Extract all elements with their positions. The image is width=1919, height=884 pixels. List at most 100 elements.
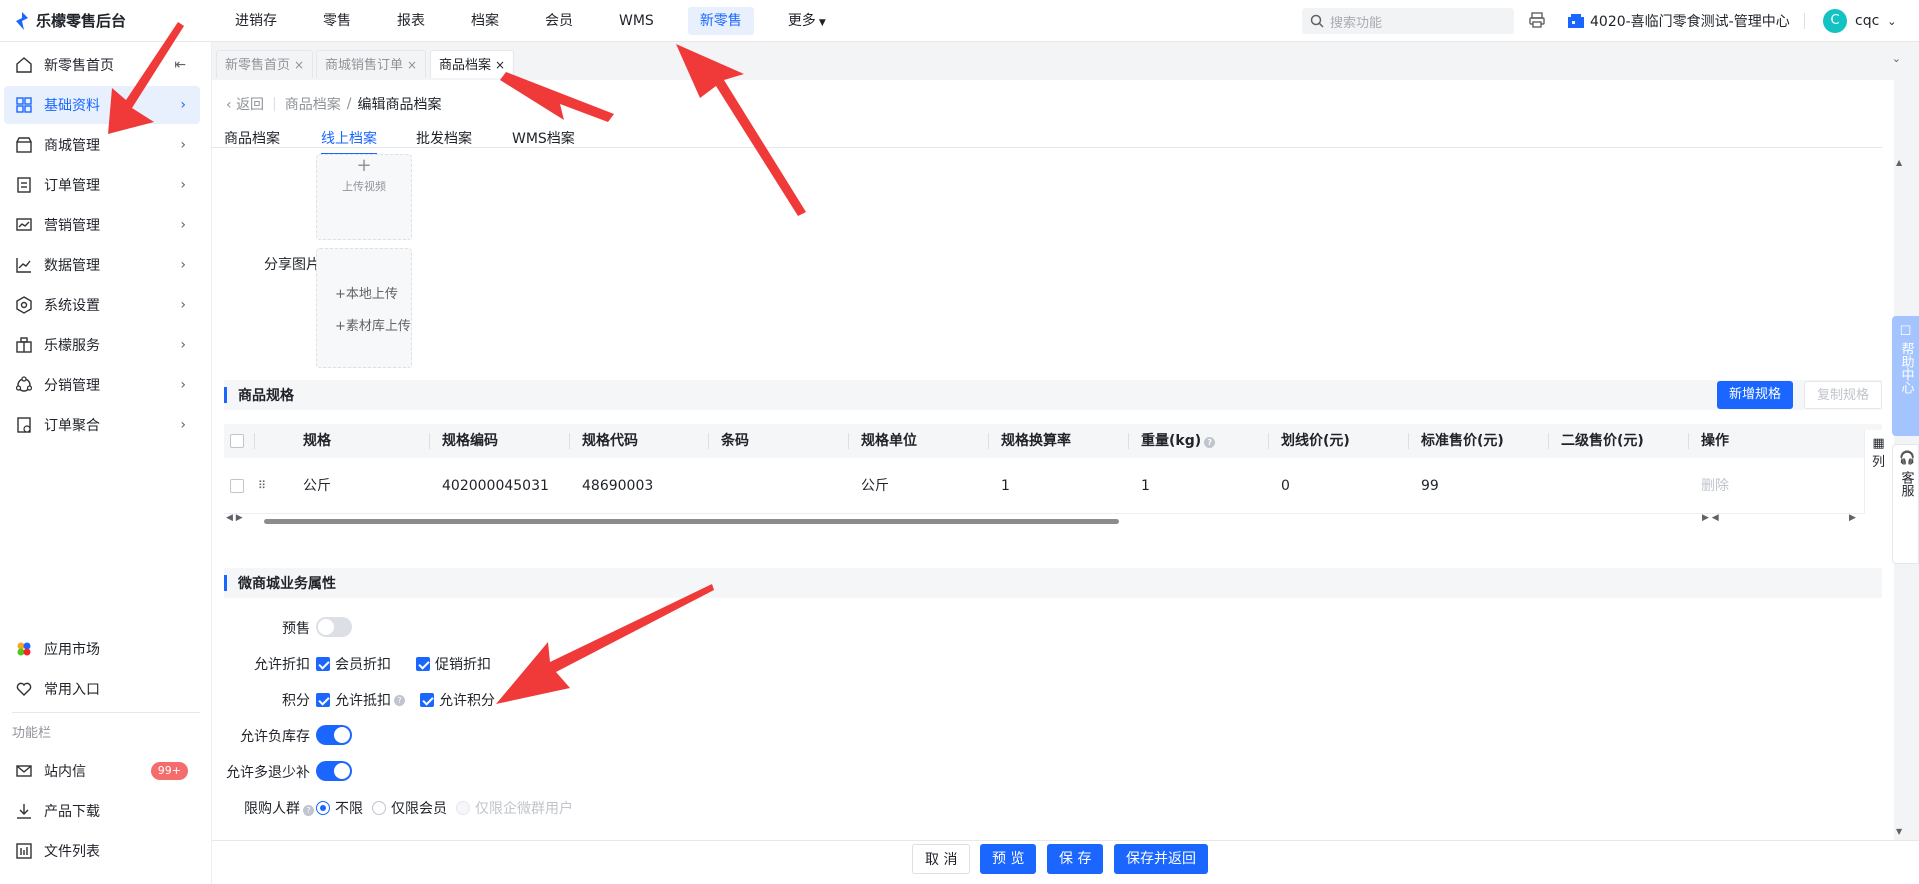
- service-label: 客服: [1898, 471, 1914, 497]
- sidebar-item-services[interactable]: 乐檬服务 ›: [4, 326, 200, 364]
- limit-radio-any[interactable]: 不限: [316, 798, 363, 818]
- printer-icon[interactable]: [1528, 11, 1546, 29]
- local-upload-button[interactable]: +本地上传: [335, 283, 398, 302]
- upload-video-box[interactable]: + 上传视频: [316, 154, 412, 240]
- tab-mall-orders[interactable]: 商城销售订单 ×: [316, 50, 427, 78]
- topnav-more[interactable]: 更多 ▼: [776, 7, 838, 35]
- drag-handle-icon[interactable]: ⠿: [258, 458, 266, 514]
- tab-new-retail-home[interactable]: 新零售首页 ×: [216, 50, 314, 78]
- scroll-right-icon[interactable]: ▶ ◀: [1702, 513, 1719, 523]
- breadcrumb: ‹ 返回 | 商品档案 / 编辑商品档案: [226, 94, 442, 114]
- topnav-report[interactable]: 报表: [385, 7, 437, 35]
- app-logo[interactable]: 乐檬零售后台: [0, 10, 212, 31]
- topnav-new-retail[interactable]: 新零售: [687, 6, 754, 35]
- scroll-left-icon[interactable]: ◀ ▶: [226, 513, 243, 523]
- chevron-right-icon: ›: [180, 97, 186, 113]
- sidebar-item-distribution[interactable]: 分销管理 ›: [4, 366, 200, 404]
- member-discount-checkbox[interactable]: 会员折扣: [316, 654, 391, 674]
- close-icon[interactable]: ×: [495, 58, 505, 72]
- limit-radio-member[interactable]: 仅限会员: [372, 798, 447, 818]
- sidebar-item-data[interactable]: 数据管理 ›: [4, 246, 200, 284]
- negative-stock-toggle[interactable]: [316, 725, 352, 745]
- topnav-jxc[interactable]: 进销存: [223, 7, 289, 35]
- scroll-up-icon[interactable]: ▲: [1896, 158, 1902, 167]
- close-icon[interactable]: ×: [294, 58, 304, 72]
- cell-spec: 公斤: [303, 478, 331, 494]
- sidebar-item-order-aggregate[interactable]: 订单聚合 ›: [4, 406, 200, 444]
- cancel-button[interactable]: 取 消: [912, 844, 971, 874]
- plus-icon: +: [356, 155, 372, 176]
- back-link[interactable]: ‹ 返回: [226, 94, 264, 114]
- chart-icon: [14, 255, 34, 275]
- sidebar-item-marketing[interactable]: 营销管理 ›: [4, 206, 200, 244]
- sidebar-item-files[interactable]: 文件列表: [4, 832, 200, 870]
- sidebar-item-messages[interactable]: 站内信 99+: [4, 752, 200, 790]
- search-input[interactable]: 搜索功能: [1302, 8, 1514, 34]
- copy-spec-button[interactable]: 复制规格: [1804, 381, 1883, 409]
- save-button[interactable]: 保 存: [1047, 844, 1104, 874]
- sidebar-item-label: 乐檬服务: [44, 338, 100, 354]
- topnav-retail[interactable]: 零售: [311, 7, 363, 35]
- presale-toggle[interactable]: [316, 617, 352, 637]
- help-icon[interactable]: ?: [394, 694, 405, 706]
- points-label: 积分: [282, 693, 310, 709]
- sidebar-item-home[interactable]: 新零售首页 ⇤: [4, 46, 200, 84]
- column-settings-button[interactable]: ▦ 列: [1864, 430, 1892, 514]
- library-upload-button[interactable]: +素材库上传: [335, 315, 411, 334]
- scroll-thumb[interactable]: [264, 519, 1119, 524]
- user-menu[interactable]: C cqc ⌄: [1823, 0, 1897, 42]
- radio: [456, 801, 470, 815]
- refund-toggle[interactable]: [316, 761, 352, 781]
- table-scrollbar[interactable]: ◀ ▶ ▶ ◀ ▶: [224, 513, 1882, 526]
- sidebar-item-label: 数据管理: [44, 258, 100, 274]
- customer-service-button[interactable]: 🎧 客服: [1892, 444, 1919, 564]
- tab-product-archive[interactable]: 商品档案 ×: [430, 50, 515, 78]
- help-icon[interactable]: ?: [1204, 437, 1216, 448]
- preview-button[interactable]: 预 览: [980, 844, 1037, 874]
- scroll-down-icon[interactable]: ▼: [1896, 827, 1902, 836]
- back-label: 返回: [236, 97, 265, 113]
- subtab-product[interactable]: 商品档案: [224, 128, 280, 148]
- help-center-button[interactable]: ☐ 帮助中心: [1892, 316, 1919, 436]
- sidebar-item-mall[interactable]: 商城管理 ›: [4, 126, 200, 164]
- sidebar-item-label: 常用入口: [44, 682, 100, 698]
- help-icon[interactable]: ?: [303, 805, 314, 816]
- sidebar-item-basic[interactable]: 基础资料 ›: [4, 86, 200, 124]
- refund-label: 允许多退少补: [226, 765, 310, 781]
- file-list-icon: [14, 841, 34, 861]
- topnav-archive[interactable]: 档案: [459, 7, 511, 35]
- chevron-down-icon: ⌄: [1887, 14, 1897, 28]
- chevron-right-icon: ›: [180, 137, 186, 153]
- section-title: 商品规格: [238, 388, 294, 404]
- section-business-header: 微商城业务属性: [224, 568, 1882, 598]
- store-switcher[interactable]: 4020-喜临门零食测试-管理中心: [1568, 0, 1790, 42]
- allow-deduct-checkbox[interactable]: 允许抵扣?: [316, 690, 405, 710]
- subtab-wholesale[interactable]: 批发档案: [416, 128, 472, 148]
- sidebar-item-app-market[interactable]: 应用市场: [4, 630, 200, 668]
- subtab-wms[interactable]: WMS档案: [512, 128, 575, 148]
- sidebar-item-favorites[interactable]: 常用入口: [4, 670, 200, 708]
- allow-points-checkbox[interactable]: 允许积分: [420, 690, 495, 710]
- close-icon[interactable]: ×: [407, 58, 417, 72]
- topnav-member[interactable]: 会员: [533, 7, 585, 35]
- save-and-return-button[interactable]: 保存并返回: [1114, 844, 1208, 874]
- chevron-down-icon[interactable]: ⌄: [1892, 52, 1901, 65]
- limit-label: 限购人群?: [222, 798, 314, 818]
- store-name: 4020-喜临门零食测试-管理中心: [1590, 14, 1790, 30]
- topnav-wms[interactable]: WMS: [607, 7, 666, 35]
- collapse-icon[interactable]: ⇤: [174, 57, 186, 73]
- negative-stock-label: 允许负库存: [240, 729, 310, 745]
- sidebar-item-settings[interactable]: 系统设置 ›: [4, 286, 200, 324]
- sidebar-item-downloads[interactable]: 产品下载: [4, 792, 200, 830]
- add-spec-button[interactable]: 新增规格: [1717, 381, 1794, 409]
- breadcrumb-parent[interactable]: 商品档案: [285, 94, 341, 114]
- sidebar-item-orders[interactable]: 订单管理 ›: [4, 166, 200, 204]
- promo-discount-checkbox[interactable]: 促销折扣: [416, 654, 491, 674]
- delete-link[interactable]: 删除: [1701, 458, 1729, 514]
- subtab-online[interactable]: 线上档案: [321, 128, 377, 155]
- scroll-end-icon[interactable]: ▶: [1849, 513, 1856, 523]
- row-checkbox[interactable]: [230, 458, 244, 514]
- select-all-checkbox[interactable]: [230, 424, 244, 458]
- limit-radio-wecom[interactable]: 仅限企微群用户: [456, 798, 573, 818]
- divider: [1408, 433, 1409, 449]
